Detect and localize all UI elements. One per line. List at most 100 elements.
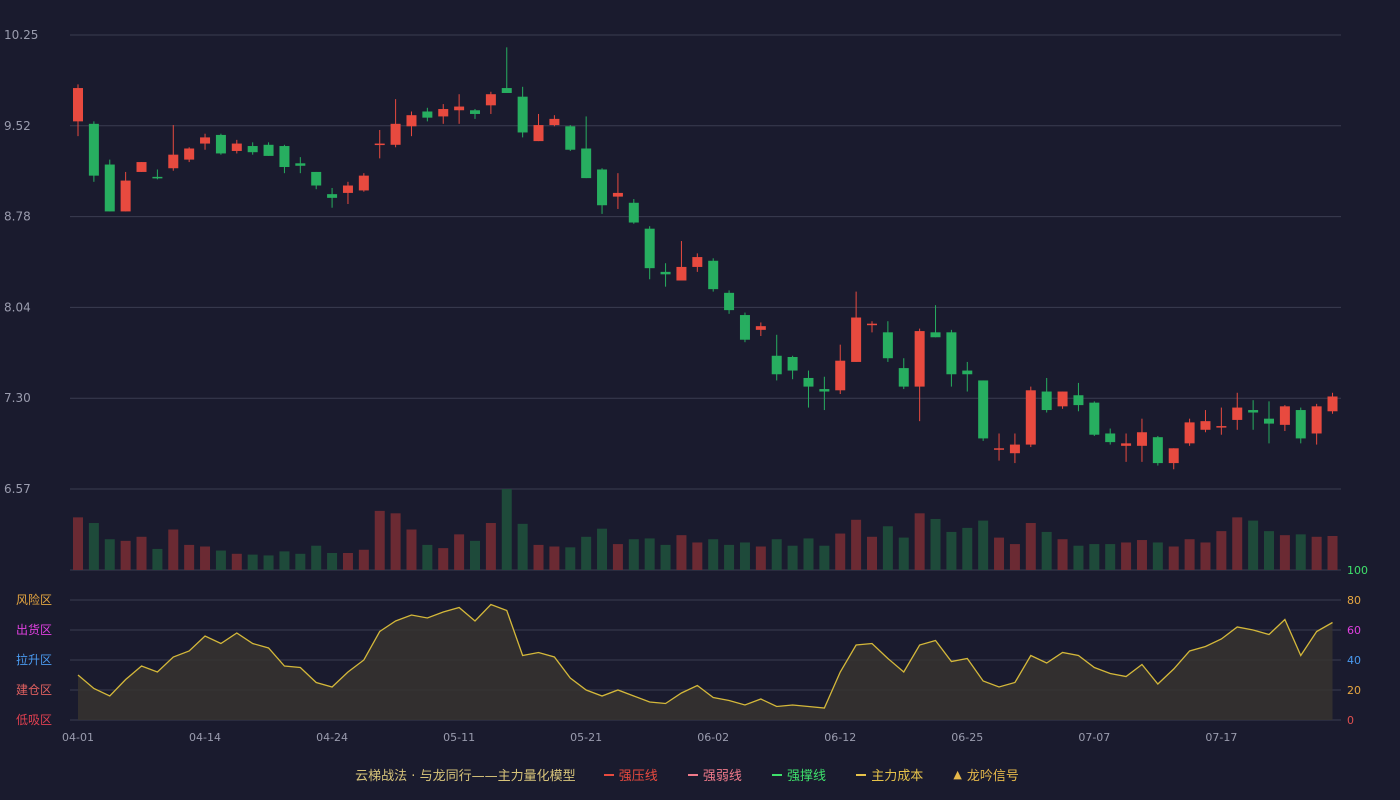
x-tick-label: 04-24 <box>316 731 348 744</box>
candle-body <box>676 266 687 281</box>
candle-body <box>724 292 735 311</box>
volume-bar <box>1152 542 1163 570</box>
volume-bar <box>851 519 862 570</box>
x-tick-label: 06-25 <box>951 731 983 744</box>
candle-body <box>930 332 941 338</box>
volume-bar <box>1327 535 1338 570</box>
volume-bar <box>1264 531 1274 570</box>
x-tick-label: 05-21 <box>570 731 602 744</box>
candle-body <box>1089 402 1100 435</box>
candle-body <box>978 380 989 439</box>
volume-bar <box>533 544 544 570</box>
volume-bar <box>739 542 750 570</box>
candle-body <box>628 202 639 223</box>
volume-bar <box>279 551 290 570</box>
volume-bar <box>962 527 973 570</box>
volume-bar <box>1041 531 1052 570</box>
volume-bar <box>1279 535 1290 570</box>
zone-label: 出货区 <box>16 622 52 637</box>
volume-bar <box>946 531 957 570</box>
candle-body <box>390 123 401 145</box>
candle-body <box>358 175 369 191</box>
candle-body <box>1264 418 1274 424</box>
legend-label-strong-support: 强撑线 <box>787 769 827 784</box>
volume-bar <box>517 523 528 570</box>
zone-label: 低吸区 <box>16 713 52 727</box>
candle-body <box>867 323 877 326</box>
volume-bar <box>342 552 353 570</box>
volume-bar <box>104 539 115 570</box>
volume-bar <box>501 489 512 570</box>
legend-swatch-strong-pressure <box>603 773 614 776</box>
volume-bar <box>787 545 798 570</box>
x-tick-label: 07-07 <box>1078 731 1110 744</box>
candle-body <box>597 169 608 206</box>
volume-bar <box>215 550 226 570</box>
volume-bar <box>184 544 195 570</box>
x-tick-label: 07-17 <box>1205 731 1237 744</box>
volume-bar <box>1248 520 1259 570</box>
volume-bar <box>295 553 306 570</box>
candle-body <box>406 115 417 127</box>
candle-body <box>184 148 195 160</box>
x-tick-label: 04-01 <box>62 731 94 744</box>
candle-body <box>660 271 671 275</box>
volume-bar <box>406 529 417 570</box>
volume-bar <box>1168 546 1179 570</box>
candle-body <box>851 317 862 362</box>
candle-body <box>517 96 528 133</box>
candle-body <box>739 315 750 340</box>
volume-bar <box>628 539 639 570</box>
legend-item-strong-support[interactable]: 强撑线 <box>772 765 826 784</box>
oscillator-tick-label: 0 <box>1347 714 1354 727</box>
volume-bar <box>438 548 449 570</box>
volume-bar <box>73 517 83 570</box>
volume-bar <box>1057 539 1068 570</box>
candle-body <box>1311 406 1322 434</box>
candle-body <box>168 154 179 169</box>
volume-bar <box>978 520 989 570</box>
legend-item-strong-pressure[interactable]: 强压线 <box>603 765 658 784</box>
legend-item-strength-line[interactable]: 强弱线 <box>687 765 742 784</box>
x-tick-label: 04-14 <box>189 731 221 744</box>
volume-bar <box>136 536 147 570</box>
candle-body <box>231 143 242 151</box>
triangle-icon: ▲ <box>953 768 962 781</box>
candle-body <box>803 377 814 387</box>
volume-bar <box>819 545 830 570</box>
candle-body <box>327 194 338 198</box>
volume-bar <box>470 540 480 570</box>
volume-bar <box>168 529 179 570</box>
candle-body <box>311 171 322 186</box>
candle-body <box>120 180 131 212</box>
candle-body <box>88 123 99 176</box>
candle-body <box>708 260 719 290</box>
candle-body <box>1279 406 1290 425</box>
legend-label-strength-line: 强弱线 <box>702 769 742 784</box>
legend-item-main-cost[interactable]: 主力成本 <box>856 765 923 784</box>
candle-body <box>438 109 449 117</box>
candle-body <box>533 125 544 142</box>
candle-body <box>835 360 846 391</box>
candle-body <box>1184 422 1195 444</box>
candle-body <box>485 94 496 106</box>
volume-bar <box>1232 517 1243 570</box>
candle-body <box>1009 444 1020 454</box>
legend-swatch-main-cost <box>856 773 867 776</box>
zone-label: 拉升区 <box>16 652 52 667</box>
x-tick-label: 05-11 <box>443 731 475 744</box>
candle-body <box>263 144 274 156</box>
candle-body <box>787 356 798 371</box>
volume-bar <box>644 538 655 570</box>
candle-body <box>994 448 1005 450</box>
volume-bar <box>358 549 369 570</box>
legend-item-dragon-signal[interactable]: ▲ 龙吟信号 <box>953 765 1018 784</box>
volume-bar <box>755 546 766 570</box>
candle-body <box>1295 410 1306 439</box>
volume-bar <box>660 544 671 570</box>
volume-bar <box>867 536 877 570</box>
volume-bar <box>724 544 735 570</box>
volume-bar <box>152 548 163 570</box>
price-tick-label: 10.25 <box>4 28 38 42</box>
candle-body <box>342 185 353 193</box>
